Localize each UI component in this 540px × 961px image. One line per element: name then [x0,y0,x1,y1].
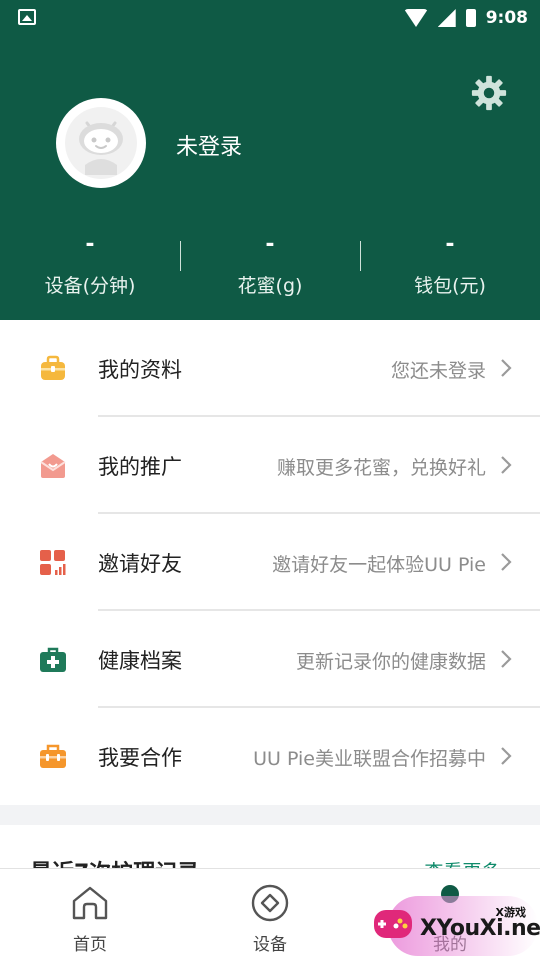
menu-item-title: 邀请好友 [98,552,182,576]
profile-header: 未登录 - 设备(分钟) - 花蜜(g) - 钱包(元) [0,36,540,320]
stat-value: - [445,232,455,257]
stat-label: 钱包(元) [414,275,486,297]
menu-item-subtitle: UU Pie美业联盟合作招募中 [253,748,486,770]
settings-gear-icon[interactable] [470,74,508,112]
device-icon [251,884,289,922]
status-icons: 9:08 [403,5,528,31]
menu-item-subtitle: 更新记录你的健康数据 [295,651,486,673]
status-time: 9:08 [485,8,528,28]
menu-item-title: 健康档案 [98,649,182,673]
menu-item-subtitle: 赚取更多花蜜，兑换好礼 [276,457,486,479]
chevron-right-icon [501,359,512,377]
toolbox-icon [40,744,66,768]
menu-item-my-promotion[interactable]: 我的推广 赚取更多花蜜，兑换好礼 [0,417,540,514]
login-status-text[interactable]: 未登录 [176,129,242,161]
watermark-site-text: XYouXi.net [420,916,540,941]
tab-label: 设备 [253,935,287,955]
battery-charging-icon [465,9,476,27]
stat-label: 设备(分钟) [44,275,136,297]
stat-device-minutes[interactable]: - 设备(分钟) [0,231,180,301]
gamepad-logo-icon [374,910,412,938]
menu-item-title: 我的资料 [98,358,182,382]
envelope-icon [40,454,66,478]
stat-value: - [265,232,275,257]
menu-item-subtitle: 邀请好友一起体验UU Pie [272,554,486,576]
status-bar: 9:08 [0,0,540,36]
site-watermark: X游戏 XYouXi.net [368,888,540,960]
chevron-right-icon [501,747,512,765]
home-icon [72,886,108,920]
medical-kit-icon [40,647,66,672]
menu-item-cooperation[interactable]: 我要合作 UU Pie美业联盟合作招募中 [0,708,540,805]
grid-chart-icon [40,550,66,575]
menu-item-subtitle: 您还未登录 [390,360,486,382]
no-signal-icon [437,9,456,27]
chevron-right-icon [501,553,512,571]
stat-nectar[interactable]: - 花蜜(g) [180,231,360,301]
menu-item-title: 我要合作 [98,746,182,770]
stats-row: - 设备(分钟) - 花蜜(g) - 钱包(元) [0,231,540,301]
stat-wallet[interactable]: - 钱包(元) [360,231,540,301]
tab-home[interactable]: 首页 [0,869,180,961]
chevron-right-icon [501,456,512,474]
stat-value: - [85,232,95,257]
stat-label: 花蜜(g) [237,275,303,297]
menu-item-my-profile[interactable]: 我的资料 您还未登录 [0,320,540,417]
menu-list: 我的资料 您还未登录 我的推广 赚取更多花蜜，兑换好礼 邀请好友 邀请好友一起体… [0,320,540,805]
menu-item-health-records[interactable]: 健康档案 更新记录你的健康数据 [0,611,540,708]
chevron-right-icon [501,650,512,668]
avatar[interactable] [56,98,146,188]
wifi-icon [403,9,428,27]
robot-avatar-icon [65,107,137,179]
tab-label: 首页 [73,935,107,955]
briefcase-icon [41,355,65,380]
section-gap [0,805,540,825]
tab-device[interactable]: 设备 [180,869,360,961]
image-notification-icon [18,9,36,25]
menu-item-invite-friends[interactable]: 邀请好友 邀请好友一起体验UU Pie [0,514,540,611]
menu-item-title: 我的推广 [98,455,182,479]
